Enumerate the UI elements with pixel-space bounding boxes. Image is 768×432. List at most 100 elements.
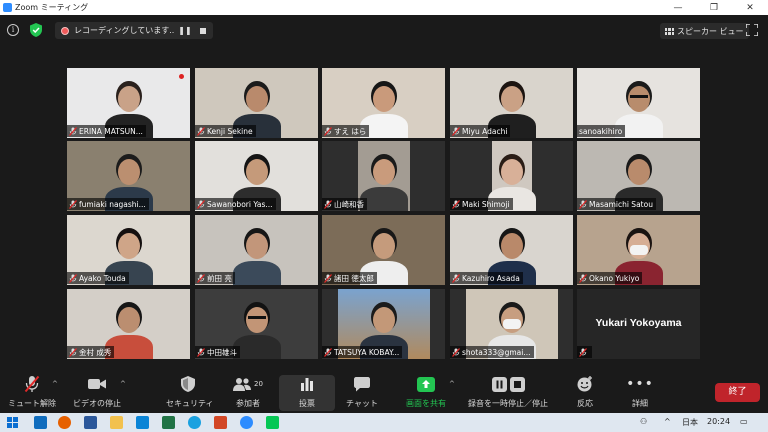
participant-tile[interactable]: 前田 亮	[195, 215, 318, 285]
close-button[interactable]: ✕	[732, 3, 768, 13]
participant-tile[interactable]: ERINA MATSUN...	[67, 68, 190, 138]
file-explorer-icon[interactable]	[110, 416, 123, 429]
gallery-grid-icon	[665, 27, 674, 35]
share-options-caret-icon[interactable]: ^	[449, 380, 455, 388]
participant-tile[interactable]: Ayako Touda	[67, 215, 190, 285]
security-label: セキュリティ	[166, 399, 214, 408]
stop-recording-icon[interactable]	[200, 27, 206, 34]
meeting-toolbar: ミュート解除 ^ ビデオの停止 ^ セキュリティ 20 参加者 投票 チャット …	[0, 370, 768, 413]
recording-indicator: レコーディングしています... ❚❚	[55, 22, 213, 39]
participant-nametag: Kazuhiro Asada	[450, 272, 523, 284]
muted-mic-icon	[197, 273, 205, 283]
people-icon[interactable]: ⚇	[640, 417, 647, 426]
pause-stop-recording-label: 録音を一時停止／停止	[468, 399, 548, 408]
participant-name: Okano Yukiyo	[589, 273, 640, 283]
muted-mic-icon	[579, 273, 587, 283]
security-button[interactable]: セキュリティ	[166, 374, 214, 409]
stop-video-button[interactable]: ビデオの停止	[72, 374, 122, 409]
speaker-view-button[interactable]: スピーカー ビュー	[660, 23, 749, 39]
muted-mic-icon	[69, 126, 77, 136]
excel-icon[interactable]	[162, 416, 175, 429]
participant-tile[interactable]: shota333@gmai...	[450, 289, 573, 359]
powerpoint-icon[interactable]	[214, 416, 227, 429]
video-options-caret-icon[interactable]: ^	[120, 380, 126, 388]
muted-mic-icon	[452, 273, 460, 283]
fullscreen-icon[interactable]	[746, 24, 758, 36]
participant-tile[interactable]: 諸田 徳太郎	[322, 215, 445, 285]
participant-name: TATSUYA KOBAY...	[334, 347, 400, 357]
chat-button[interactable]: チャット	[340, 374, 384, 409]
speaker-view-label: スピーカー ビュー	[677, 26, 744, 36]
unmute-button[interactable]: ミュート解除	[8, 374, 56, 409]
encryption-shield-icon[interactable]	[30, 23, 42, 37]
participant-tile[interactable]: 山崎和香	[322, 141, 445, 211]
participant-tile[interactable]: Maki Shimoji	[450, 141, 573, 211]
muted-mic-icon	[452, 126, 460, 136]
participant-tile[interactable]: fumiaki nagashi...	[67, 141, 190, 211]
participant-tile[interactable]: sanoakihiro	[577, 68, 700, 138]
line-icon[interactable]	[266, 416, 279, 429]
participant-name: Ayako Touda	[79, 273, 126, 283]
more-button[interactable]: ••• 詳細	[622, 374, 658, 409]
tray-caret-icon[interactable]: ^	[664, 417, 671, 426]
windows-start-icon[interactable]	[7, 417, 18, 428]
muted-mic-icon	[69, 199, 77, 209]
maximize-button[interactable]: ❐	[696, 3, 732, 13]
reactions-button[interactable]: 反応	[568, 374, 602, 409]
participant-tile[interactable]: 中田雄斗	[195, 289, 318, 359]
participant-tile[interactable]: 金村 成秀	[67, 289, 190, 359]
video-gallery: ERINA MATSUN... Kenji Sekine すえ はら Miyu Ada…	[67, 68, 702, 360]
participant-tile[interactable]: Okano Yukiyo	[577, 215, 700, 285]
window-titlebar: Zoom ミーティング — ❐ ✕	[0, 0, 768, 15]
muted-mic-icon	[324, 273, 332, 283]
audio-options-caret-icon[interactable]: ^	[52, 380, 58, 388]
firefox-icon[interactable]	[58, 416, 71, 429]
pause-stop-recording-button[interactable]: 録音を一時停止／停止	[462, 374, 554, 409]
participant-tile[interactable]: Sawanobori Yas...	[195, 141, 318, 211]
pause-recording-icon[interactable]: ❚❚	[175, 26, 195, 35]
share-screen-button[interactable]: 画面を共有	[400, 374, 452, 409]
stop-video-label: ビデオの停止	[73, 399, 121, 408]
participant-nametag: Sawanobori Yas...	[195, 198, 276, 210]
zoom-taskbar-icon[interactable]	[240, 416, 253, 429]
participant-nametag: 中田雄斗	[195, 346, 240, 358]
share-screen-label: 画面を共有	[406, 399, 446, 408]
edge-icon[interactable]	[188, 416, 201, 429]
muted-mic-icon	[197, 347, 205, 357]
word-icon[interactable]	[84, 416, 97, 429]
notification-icon[interactable]: ▭	[740, 417, 748, 426]
participant-tile[interactable]: Miyu Adachi	[450, 68, 573, 138]
participant-nametag: Ayako Touda	[67, 272, 129, 284]
participant-name: fumiaki nagashi...	[79, 199, 146, 209]
participant-tile[interactable]: Kazuhiro Asada	[450, 215, 573, 285]
outlook-icon[interactable]	[34, 416, 47, 429]
polls-button[interactable]: 投票	[282, 374, 332, 409]
participant-tile[interactable]: TATSUYA KOBAY...	[322, 289, 445, 359]
participant-name: Maki Shimoji	[462, 199, 510, 209]
end-meeting-button[interactable]: 終了	[715, 383, 760, 402]
pause-recording-toolbar-icon	[491, 376, 507, 392]
clock-time[interactable]: 20:24	[707, 417, 730, 426]
unmute-label: ミュート解除	[8, 399, 56, 408]
participant-tile[interactable]: Yukari Yokoyama	[577, 289, 700, 359]
chat-bubble-icon	[354, 376, 370, 391]
info-icon[interactable]: i	[7, 24, 19, 36]
participant-tile[interactable]: すえ はら	[322, 68, 445, 138]
input-language[interactable]: 日本	[682, 417, 698, 428]
polls-bar-chart-icon	[301, 378, 313, 391]
zoom-app-icon	[3, 3, 12, 12]
participant-nametag: 山崎和香	[322, 198, 367, 210]
participant-nametag: Miyu Adachi	[450, 125, 511, 137]
participant-name: shota333@gmai...	[462, 347, 531, 357]
muted-microphone-icon	[24, 375, 40, 393]
muted-mic-icon	[324, 126, 332, 136]
muted-mic-icon	[579, 347, 587, 357]
stop-recording-toolbar-icon	[509, 376, 525, 392]
participant-name: Miyu Adachi	[462, 126, 508, 136]
recording-status-text: レコーディングしています...	[74, 26, 175, 35]
minimize-button[interactable]: —	[660, 3, 696, 13]
participant-tile[interactable]: Masamichi Satou	[577, 141, 700, 211]
participant-tile[interactable]: Kenji Sekine	[195, 68, 318, 138]
participants-button[interactable]: 20 参加者	[228, 374, 268, 409]
store-icon[interactable]	[136, 416, 149, 429]
